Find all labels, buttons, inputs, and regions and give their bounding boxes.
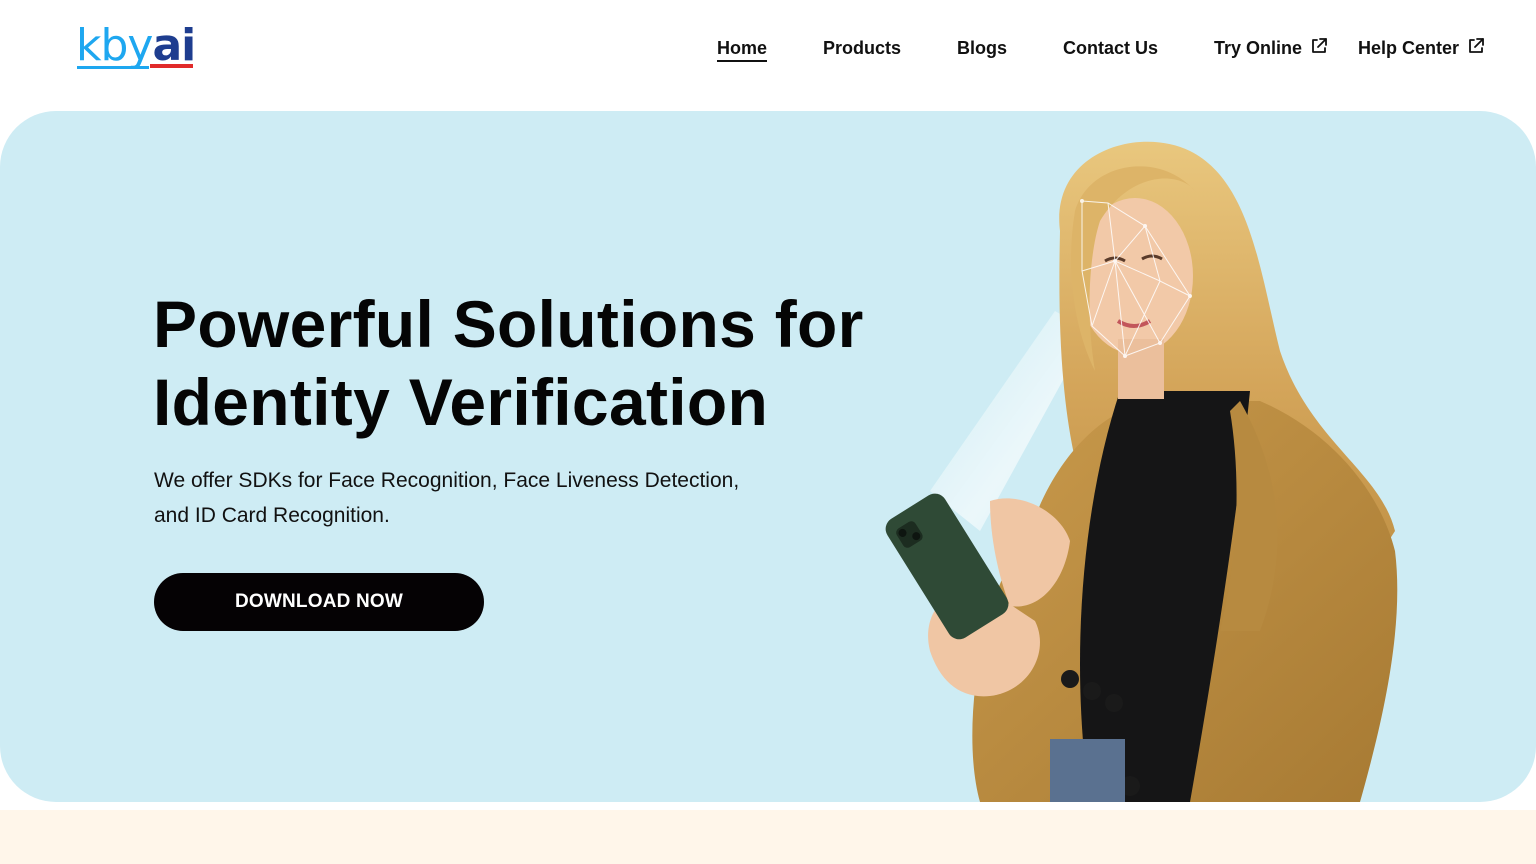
hero-subtitle: We offer SDKs for Face Recognition, Face… bbox=[154, 463, 794, 533]
nav-help-center-link[interactable]: Help Center bbox=[1358, 36, 1485, 60]
logo-underline-red bbox=[150, 64, 193, 68]
nav-products-link[interactable]: Products bbox=[823, 36, 901, 60]
nav-try-online-link[interactable]: Try Online bbox=[1214, 36, 1328, 60]
nav-blogs-link[interactable]: Blogs bbox=[957, 36, 1007, 60]
next-section-band bbox=[0, 810, 1536, 864]
hero-title: Powerful Solutions for Identity Verifica… bbox=[153, 285, 913, 441]
download-now-button[interactable]: DOWNLOAD NOW bbox=[154, 573, 484, 631]
external-link-icon bbox=[1469, 38, 1484, 53]
nav-home-link[interactable]: Home bbox=[717, 36, 768, 62]
hero-subtitle-line1: We offer SDKs for Face Recognition, Face… bbox=[154, 469, 740, 492]
nav-contact-us-link[interactable]: Contact Us bbox=[1063, 36, 1158, 60]
kbyai-logo[interactable]: kbyai bbox=[76, 24, 196, 72]
hero-woman-phone-illustration bbox=[885, 141, 1398, 802]
logo-underline-blue bbox=[77, 66, 149, 69]
logo-kby-text: kby bbox=[76, 20, 153, 71]
nav-try-online-label: Try Online bbox=[1214, 38, 1303, 58]
site-header: kbyai Home Products Blogs Contact Us Try… bbox=[0, 0, 1536, 100]
nav-help-center-label: Help Center bbox=[1358, 38, 1460, 58]
external-link-icon bbox=[1312, 38, 1327, 53]
hero-subtitle-line2: and ID Card Recognition. bbox=[154, 504, 390, 527]
hero-section: Powerful Solutions for Identity Verifica… bbox=[0, 111, 1536, 802]
hero-title-line1: Powerful Solutions for bbox=[153, 287, 864, 361]
hero-title-line2: Identity Verification bbox=[153, 365, 769, 439]
